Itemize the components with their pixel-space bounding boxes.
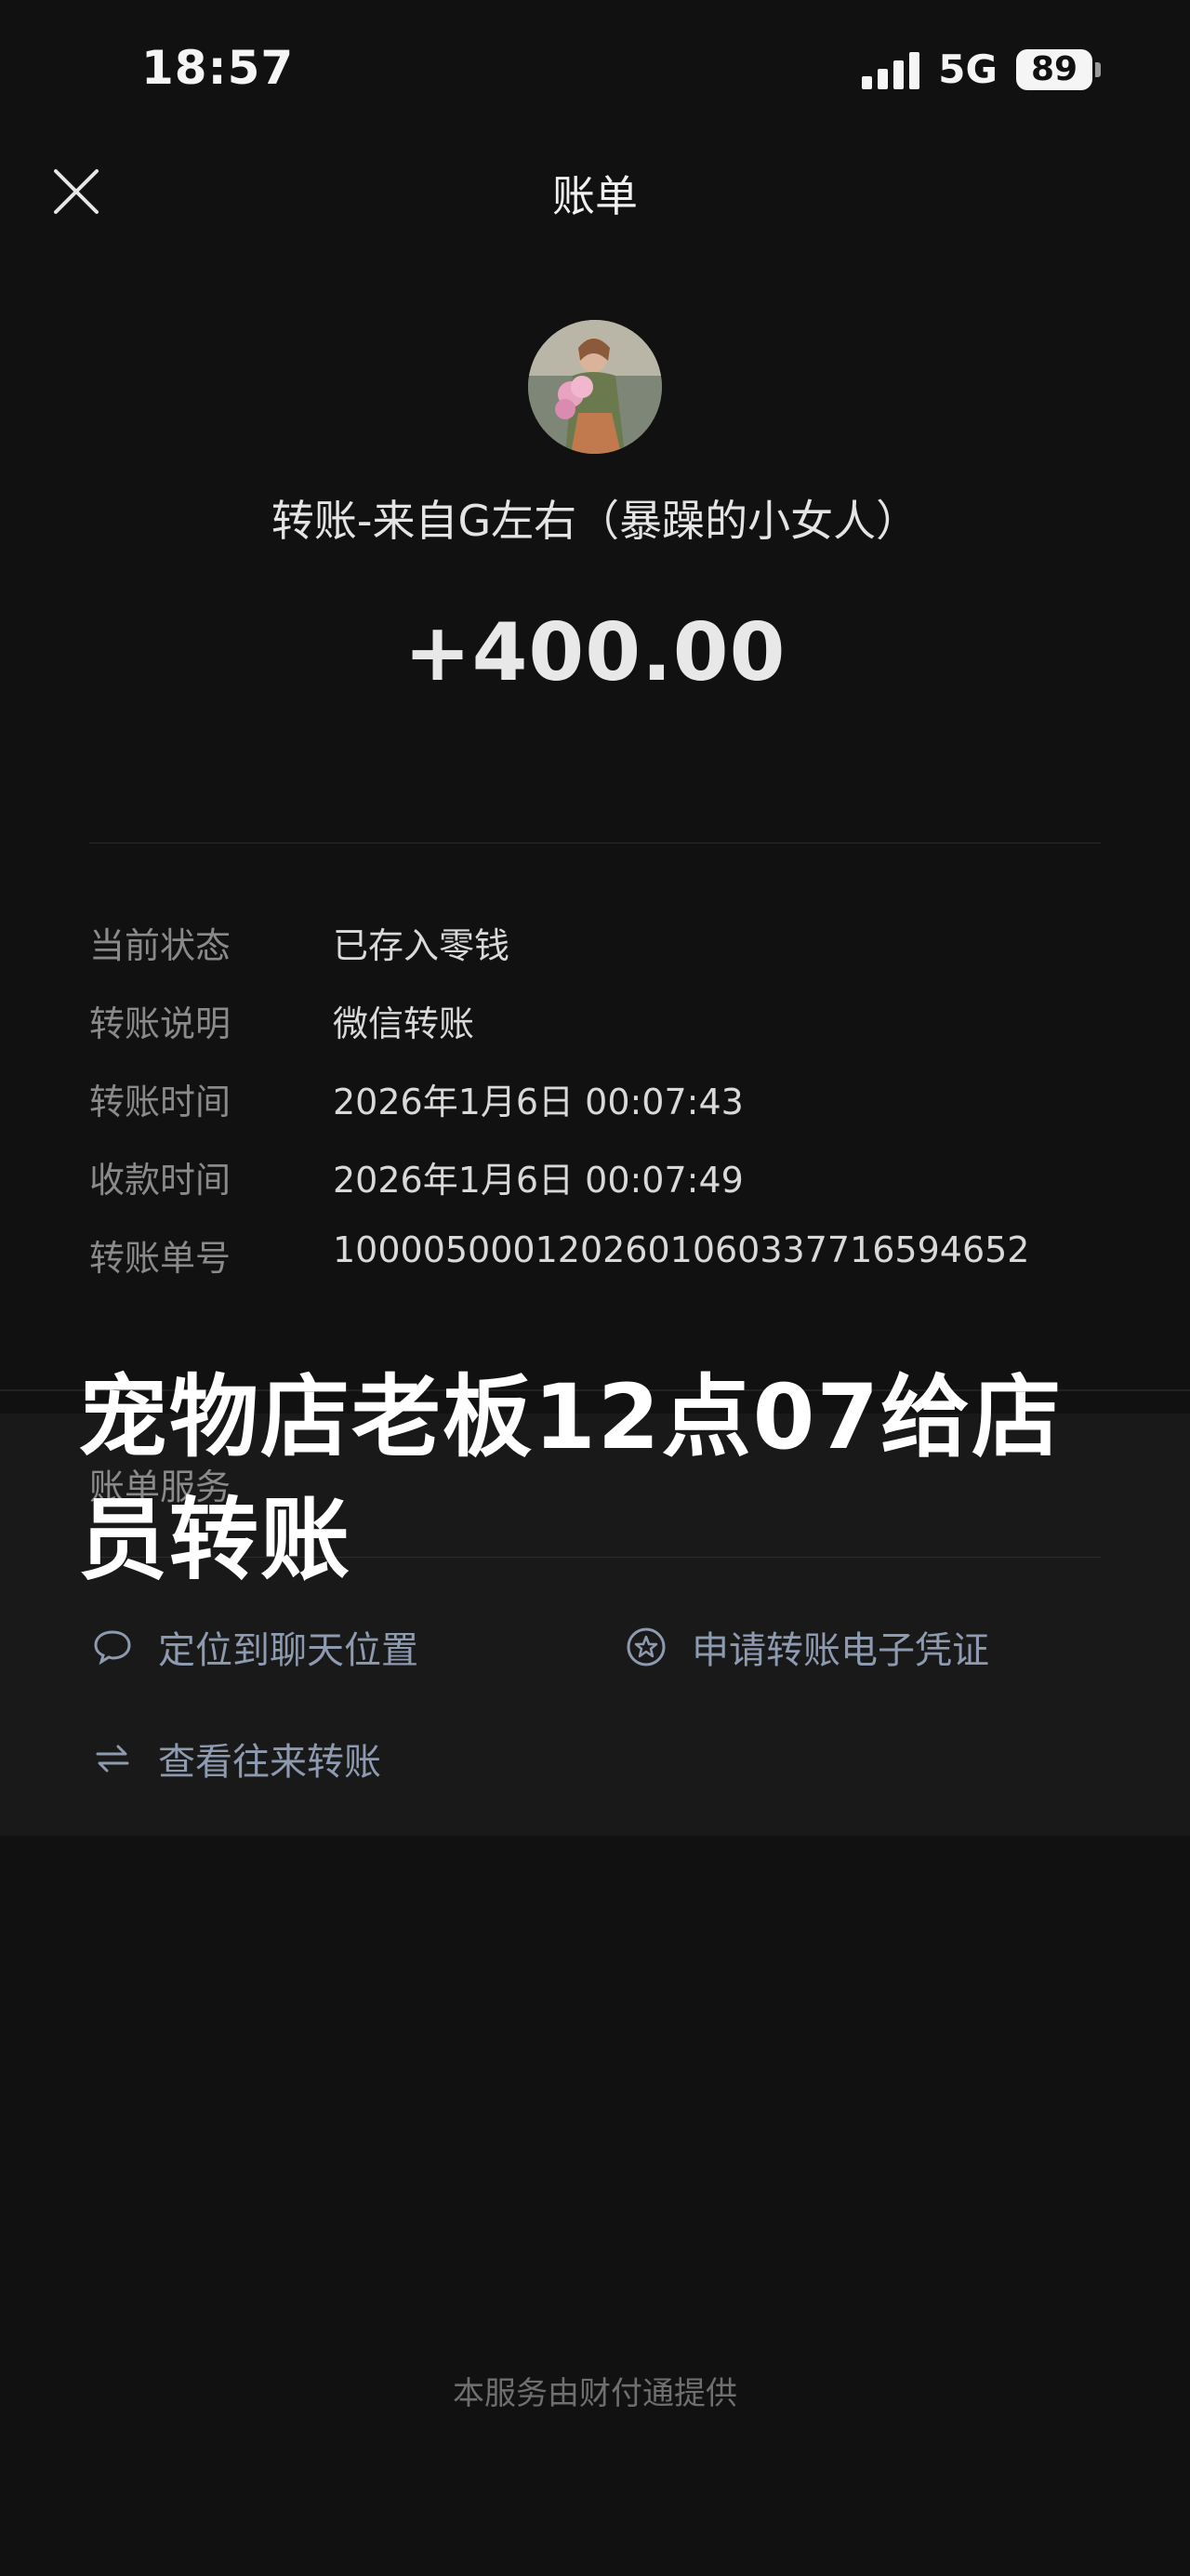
page-title: 账单 (552, 171, 638, 221)
avatar-image (528, 320, 662, 454)
signal-icon (862, 50, 920, 89)
battery-icon: 89 (1016, 48, 1101, 90)
locate-chat-button[interactable]: 定位到聊天位置 (91, 1620, 418, 1674)
detail-row-receive-time: 收款时间 2026年1月6日 00:07:49 (89, 1151, 1112, 1229)
detail-row-order-number: 转账单号 1000050001202601060337716594652 (89, 1229, 1112, 1308)
detail-value: 2026年1月6日 00:07:49 (333, 1160, 744, 1201)
star-badge-icon (625, 1626, 668, 1668)
request-voucher-button[interactable]: 申请转账电子凭证 (625, 1620, 989, 1674)
detail-label: 转账说明 (89, 1003, 231, 1044)
detail-value: 微信转账 (333, 1003, 475, 1044)
caption-line-2: 员转账 (78, 1488, 351, 1592)
detail-value[interactable]: 1000050001202601060337716594652 (333, 1229, 1029, 1270)
battery-level: 89 (1016, 48, 1092, 90)
detail-row-description: 转账说明 微信转账 (89, 995, 1112, 1073)
network-label: 5G (938, 46, 998, 92)
status-time: 18:57 (141, 41, 295, 95)
status-indicators: 5G 89 (862, 46, 1101, 92)
caption-line-1: 宠物店老板12点07给店 (78, 1365, 1064, 1469)
transfer-amount: +400.00 (403, 606, 787, 699)
overlay-caption: 宠物店老板12点07给店 员转账 (78, 1356, 1119, 1601)
detail-row-transfer-time: 转账时间 2026年1月6日 00:07:43 (89, 1073, 1112, 1151)
detail-label: 当前状态 (89, 925, 231, 966)
service-label: 定位到聊天位置 (158, 1629, 418, 1672)
detail-row-status: 当前状态 已存入零钱 (89, 917, 1112, 995)
detail-label: 转账时间 (89, 1082, 231, 1122)
detail-label: 转账单号 (89, 1238, 231, 1279)
bill-detail-page: 18:57 5G 89 账单 转账-来自G左右（暴躁的小女人） +400.00 … (0, 0, 1190, 2576)
payer-name: 转账-来自G左右（暴躁的小女人） (271, 496, 919, 546)
service-label: 申请转账电子凭证 (692, 1629, 989, 1672)
avatar[interactable] (528, 320, 662, 454)
detail-value: 已存入零钱 (333, 925, 510, 966)
service-provider-footer: 本服务由财付通提供 (453, 2375, 737, 2412)
detail-value: 2026年1月6日 00:07:43 (333, 1082, 744, 1122)
detail-label: 收款时间 (89, 1160, 231, 1201)
transfer-details: 当前状态 已存入零钱 转账说明 微信转账 转账时间 2026年1月6日 00:0… (89, 917, 1112, 1308)
view-transfers-button[interactable]: 查看往来转账 (91, 1732, 381, 1786)
chat-bubble-icon (91, 1626, 134, 1668)
swap-arrows-icon (91, 1737, 134, 1780)
service-label: 查看往来转账 (158, 1741, 381, 1784)
